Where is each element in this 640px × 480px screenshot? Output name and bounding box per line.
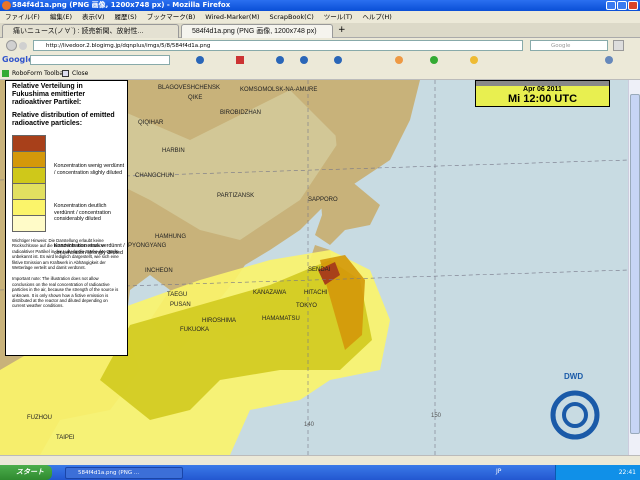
city-label: QIQIHAR <box>138 120 164 126</box>
city-label: KOMSOMOLSK-NA-AMURE <box>240 87 318 93</box>
title-bar: 584f4d1a.png (PNG 画像, 1200x748 px) - Moz… <box>0 0 640 11</box>
legend-entry: Konzentration deutlich verdünnt / concen… <box>54 203 111 222</box>
city-label: HAMAMATSU <box>262 316 300 322</box>
swatch <box>12 199 46 215</box>
city-label: HARBIN <box>162 148 185 154</box>
google-toolbar: Google <box>0 53 640 67</box>
dwd-logo-text: DWD <box>564 372 584 381</box>
longitude-label: 150 <box>431 413 442 419</box>
note-en: Important note: The illustration does no… <box>12 276 119 309</box>
globe-icon[interactable] <box>334 56 342 64</box>
roboform-toolbar: RoboForm Toolbar Close <box>0 67 640 80</box>
legend-box: Relative Verteilung in Fukushima emittie… <box>5 80 128 356</box>
search-input[interactable]: Google <box>530 40 608 51</box>
forecast-time-box: Apr 06 2011 Mi 12:00 UTC <box>475 80 610 107</box>
city-label: HAMHUNG <box>155 234 186 240</box>
close-label[interactable]: Close <box>72 67 88 80</box>
city-label: TAEGU <box>167 292 188 298</box>
city-label: SENDAI <box>308 267 331 273</box>
city-label: BLAGOVESHCHENSK <box>158 85 221 91</box>
menu-scrapbook[interactable]: ScrapBook(C) <box>270 13 314 21</box>
menu-wired-marker[interactable]: Wired-Marker(M) <box>205 13 259 21</box>
city-label: TAIPEI <box>56 435 75 441</box>
tab-bar: 痛いニュース(ノ∀`) : 読売新聞、放射性... 584f4d1a.png (… <box>0 23 640 38</box>
forward-button[interactable] <box>19 42 27 50</box>
note-icon[interactable] <box>470 56 478 64</box>
status-bar <box>0 455 640 465</box>
globe-icon[interactable] <box>196 56 204 64</box>
city-label: HITACHI <box>304 290 328 296</box>
swatch <box>12 135 46 151</box>
home-button[interactable] <box>613 40 624 51</box>
restore-button[interactable] <box>617 1 627 10</box>
menu-tools[interactable]: ツール(T) <box>324 13 353 21</box>
menu-view[interactable]: 表示(V) <box>82 13 105 21</box>
ime-indicator[interactable]: JP <box>496 468 501 475</box>
scrollbar-thumb[interactable] <box>630 94 640 434</box>
wrench-icon[interactable] <box>605 56 613 64</box>
city-label: SAPPORO <box>308 197 338 203</box>
city-label: TOKYO <box>296 303 317 309</box>
close-button[interactable] <box>628 1 638 10</box>
swatch <box>12 215 46 231</box>
city-label: FUZHOU <box>27 415 52 421</box>
city-label: PARTIZANSK <box>217 193 255 199</box>
window-title: 584f4d1a.png (PNG 画像, 1200x748 px) - Moz… <box>12 1 231 9</box>
menu-bar: ファイル(F) 編集(E) 表示(V) 履歴(S) ブックマーク(B) Wired-Mar… <box>0 11 640 23</box>
menu-file[interactable]: ファイル(F) <box>5 13 40 21</box>
city-label: HIROSHIMA <box>202 318 237 324</box>
url-bar[interactable]: http://livedoor.2.blogimg.jp/dqnplus/img… <box>33 40 523 51</box>
city-label: FUKUOKA <box>180 327 210 333</box>
navigation-bar: http://livedoor.2.blogimg.jp/dqnplus/img… <box>0 38 640 53</box>
google-logo: Google <box>2 55 34 64</box>
vertical-scrollbar[interactable] <box>628 80 640 455</box>
city-label: PYONGYANG <box>128 243 167 249</box>
legend-title-de: Relative Verteilung in Fukushima emittie… <box>12 83 86 106</box>
city-label: QIKE <box>188 95 203 101</box>
city-label: PUSAN <box>170 302 191 308</box>
compass-icon[interactable] <box>395 56 403 64</box>
legend-title-en: Relative distribution of emitted radioac… <box>12 112 115 127</box>
tab-news[interactable]: 痛いニュース(ノ∀`) : 読売新聞、放射性... <box>2 24 179 38</box>
forecast-time: Mi 12:00 UTC <box>507 93 578 105</box>
longitude-label: 140 <box>304 422 315 428</box>
menu-bookmarks[interactable]: ブックマーク(B) <box>147 13 196 21</box>
menu-history[interactable]: 履歴(S) <box>115 13 137 21</box>
menu-edit[interactable]: 編集(E) <box>50 13 72 21</box>
city-label: BIROBIDZHAN <box>220 110 262 116</box>
bookmark-icon[interactable] <box>430 56 438 64</box>
forecast-date: Apr 06 2011 <box>523 86 562 93</box>
swatch <box>12 151 46 167</box>
gmail-icon[interactable] <box>236 56 244 64</box>
roboform-icon <box>2 70 9 77</box>
legend-entry: Konzentration wenig verdünnt / concentra… <box>54 163 125 176</box>
start-button[interactable]: スタート <box>0 465 52 480</box>
color-scale <box>12 135 46 232</box>
new-tab-button[interactable]: + <box>338 25 346 35</box>
taskbar: スタート 584f4d1a.png (PNG ... JP 22:41 <box>0 465 640 480</box>
city-label: CHANGCHUN <box>135 173 174 179</box>
legend-entry: Konzentration stark verdünnt / concentra… <box>54 243 125 256</box>
firefox-icon <box>2 1 11 10</box>
swatch <box>12 167 46 183</box>
swatch <box>12 183 46 199</box>
city-label: INCHEON <box>145 268 173 274</box>
globe-icon[interactable] <box>300 56 308 64</box>
google-search-input[interactable] <box>30 55 170 65</box>
minimize-button[interactable] <box>606 1 616 10</box>
roboform-label[interactable]: RoboForm Toolbar <box>12 67 66 80</box>
clock: 22:41 <box>618 469 636 476</box>
city-label: KANAZAWA <box>253 290 287 296</box>
globe-icon[interactable] <box>276 56 284 64</box>
tab-label: 584f4d1a.png (PNG 画像, 1200x748 px) <box>192 28 317 35</box>
taskbar-item-firefox[interactable]: 584f4d1a.png (PNG ... <box>65 467 183 479</box>
tab-label: 痛いニュース(ノ∀`) : 読売新聞、放射性... <box>13 28 144 35</box>
close-icon[interactable] <box>62 70 69 77</box>
system-tray: 22:41 <box>555 465 640 480</box>
menu-help[interactable]: ヘルプ(H) <box>362 13 391 21</box>
back-button[interactable] <box>6 40 17 51</box>
tab-image[interactable]: 584f4d1a.png (PNG 画像, 1200x748 px) <box>181 24 333 38</box>
